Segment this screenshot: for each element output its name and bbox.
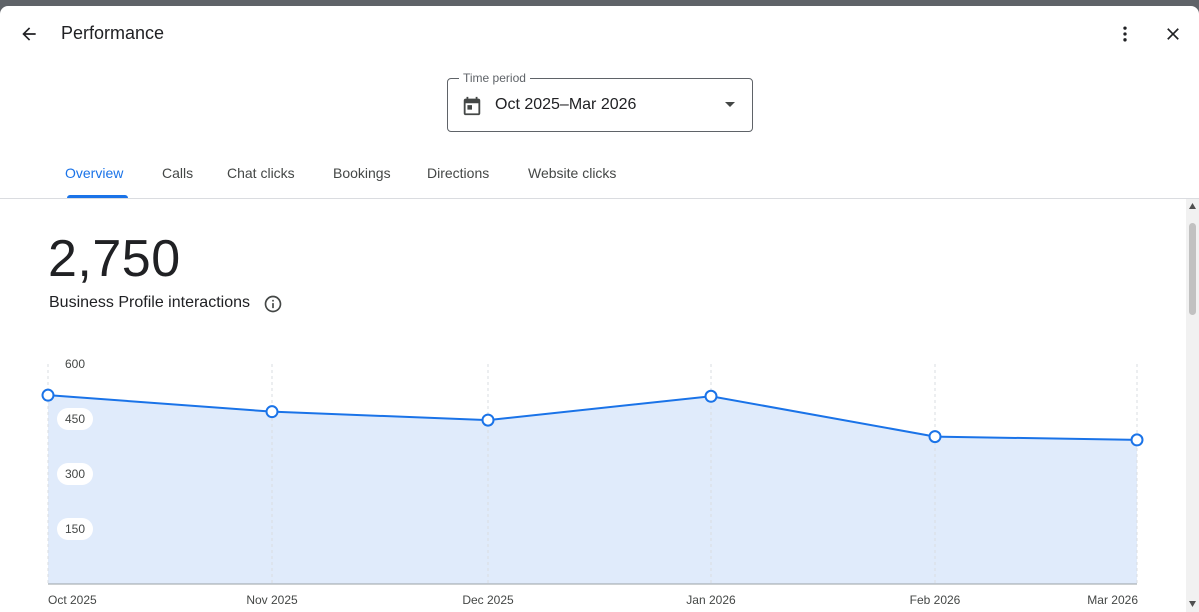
tab-website-clicks[interactable]: Website clicks — [528, 165, 616, 181]
close-icon — [1167, 28, 1179, 40]
interactions-chart: 150 300 450 600 Oct 2025 Nov 2025 Dec 2025 Jan … — [41, 357, 1144, 607]
chart-data-point — [1130, 433, 1144, 447]
x-tick-label: Dec 2025 — [462, 593, 514, 607]
y-tick-label: 600 — [65, 357, 85, 371]
chart-data-point — [265, 405, 279, 419]
chart-data-point — [928, 430, 942, 444]
scroll-up-arrow-icon[interactable] — [1189, 203, 1196, 209]
scrollbar[interactable] — [1186, 199, 1199, 612]
metric-label: Business Profile interactions — [49, 294, 250, 311]
x-tick-label: Oct 2025 — [48, 593, 97, 607]
back-button[interactable] — [11, 16, 47, 52]
y-tick-label: 300 — [65, 467, 85, 481]
info-outline-icon[interactable] — [263, 294, 283, 314]
tab-overview[interactable]: Overview — [65, 165, 123, 181]
y-tick-label: 150 — [65, 522, 85, 536]
scroll-thumb[interactable] — [1189, 223, 1196, 315]
tab-calls[interactable]: Calls — [162, 165, 193, 181]
time-period-label: Time period — [459, 71, 530, 85]
arrow-drop-down-icon — [725, 102, 735, 107]
time-period-select[interactable]: Time period Oct 2025–Mar 2026 — [447, 71, 753, 132]
tab-directions[interactable]: Directions — [427, 165, 489, 181]
page-title: Performance — [61, 23, 165, 43]
x-tick-label: Feb 2026 — [910, 593, 961, 607]
y-tick-label: 450 — [65, 412, 85, 426]
scroll-down-arrow-icon[interactable] — [1189, 601, 1196, 607]
x-tick-label: Jan 2026 — [686, 593, 736, 607]
chart-data-point — [704, 389, 718, 403]
top-bar: Performance — [0, 6, 1199, 62]
total-interactions: 2,750 — [48, 230, 181, 288]
time-period-value: Oct 2025–Mar 2026 — [495, 96, 637, 113]
chart-data-point — [41, 388, 55, 402]
overview-panel: 2,750 Business Profile interactions 150 3… — [0, 199, 1186, 612]
chart-data-point — [481, 413, 495, 427]
performance-dialog: Performance Time period Oct 2025–Mar 202… — [0, 6, 1199, 612]
more-vert-icon — [1123, 26, 1127, 42]
x-tick-label: Nov 2025 — [246, 593, 298, 607]
calendar-icon — [463, 96, 481, 116]
tab-bar: Overview Calls Chat clicks Bookings Dire… — [0, 154, 1199, 199]
close-button[interactable] — [1155, 16, 1191, 52]
arrow-back-icon — [22, 27, 36, 41]
tab-bookings[interactable]: Bookings — [333, 165, 391, 181]
chart-area-fill — [48, 395, 1137, 584]
x-tick-label: Mar 2026 — [1087, 593, 1138, 607]
active-tab-indicator — [67, 195, 128, 198]
tab-chat-clicks[interactable]: Chat clicks — [227, 165, 295, 181]
more-options-button[interactable] — [1107, 16, 1143, 52]
